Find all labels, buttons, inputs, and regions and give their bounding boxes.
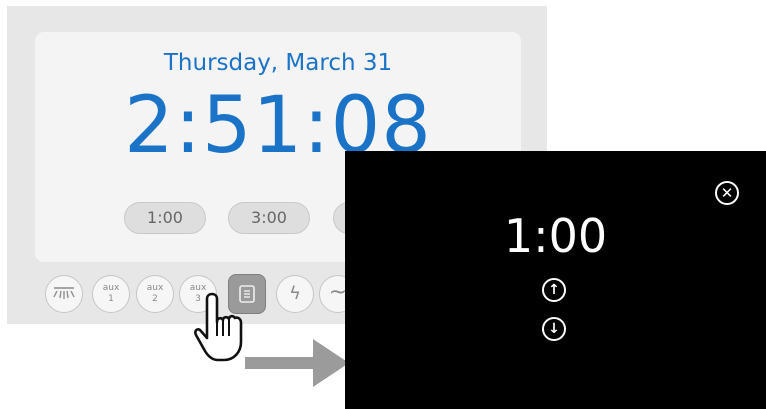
aux-2-number: 2 [152,294,158,304]
date-label: Thursday, March 31 [163,50,393,76]
aux-2-label: aux [146,283,164,293]
lightning-icon: ϟ [289,283,301,304]
close-button[interactable]: ✕ [715,181,739,205]
increase-button[interactable]: ↑ [542,278,566,302]
light-button[interactable] [45,275,83,313]
arrow-up-icon: ↑ [548,282,560,298]
aux-1-button[interactable]: aux 1 [92,275,130,313]
preset-1-button[interactable]: 1:00 [124,202,206,234]
timer-dialog: ✕ 1:00 ↑ ↓ [345,151,766,409]
aux-1-number: 1 [108,294,114,304]
preset-3-button[interactable]: 3:00 [228,202,310,234]
arrow-right-icon [245,339,349,387]
decrease-button[interactable]: ↓ [542,317,566,341]
arrow-down-icon: ↓ [548,321,560,337]
aux-2-button[interactable]: aux 2 [136,275,174,313]
lightning-button[interactable]: ϟ [276,275,314,313]
light-icon [53,287,75,299]
aux-1-label: aux [102,283,120,293]
close-icon: ✕ [720,184,734,202]
timer-value: 1:00 [503,209,608,263]
